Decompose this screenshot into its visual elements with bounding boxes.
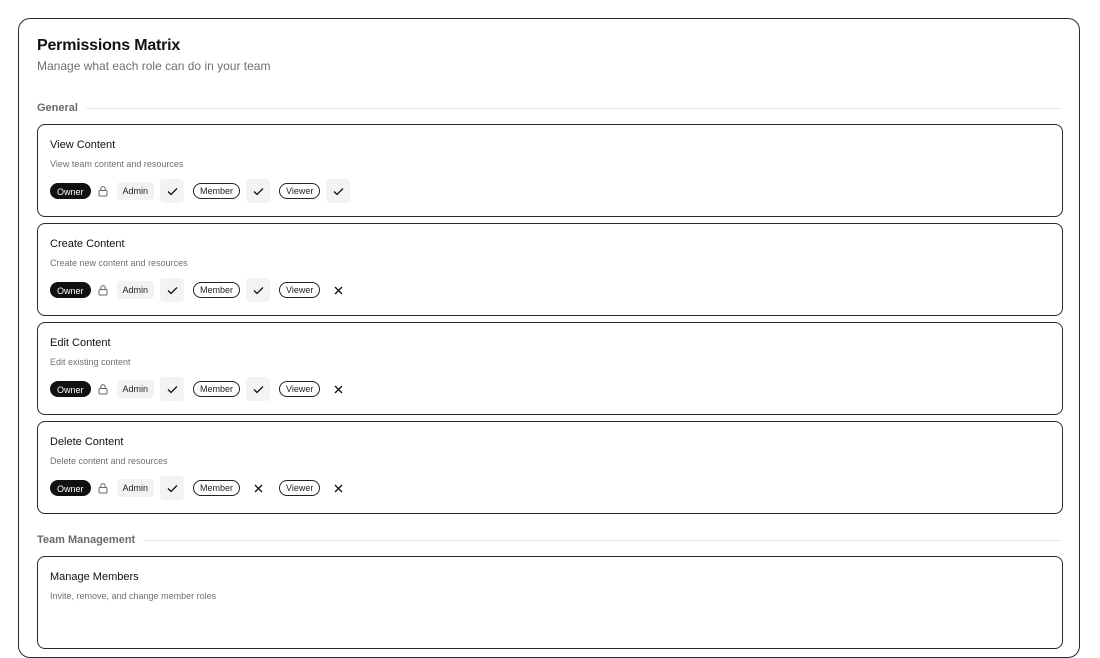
role-toggles: Owner Admin Member Viewer: [50, 476, 1050, 500]
page-subtitle: Manage what each role can do in your tea…: [37, 59, 271, 73]
role-badge-member: Member: [193, 381, 241, 397]
permission-name: Manage Members: [50, 571, 139, 583]
check-icon: [167, 187, 177, 195]
role-badge-viewer: Viewer: [279, 381, 321, 397]
x-icon: [334, 385, 343, 393]
admin-permission-toggle[interactable]: [160, 377, 185, 401]
member-permission-toggle[interactable]: [246, 278, 271, 302]
permission-description: Edit existing content: [50, 357, 131, 367]
section-header-team-management: Team Management: [37, 531, 1061, 549]
page-title: Permissions Matrix: [37, 37, 181, 54]
check-icon: [167, 286, 177, 294]
admin-permission-toggle[interactable]: [160, 179, 185, 203]
permissions-panel: Permissions Matrix Manage what each role…: [18, 18, 1080, 658]
check-icon: [253, 385, 264, 393]
section-team-management-cards: Manage Members Invite, remove, and chang…: [37, 556, 1063, 649]
check-icon: [167, 385, 177, 393]
x-icon: [334, 286, 343, 294]
role-toggles: Owner Admin Member Viewer: [50, 377, 1050, 401]
x-icon: [254, 484, 263, 492]
permission-name: View Content: [50, 139, 116, 151]
check-icon: [253, 286, 264, 294]
viewer-permission-toggle[interactable]: [326, 278, 350, 302]
role-badge-member: Member: [193, 183, 241, 199]
permission-card-manage-members: Manage Members Invite, remove, and chang…: [37, 556, 1063, 649]
permission-description: Create new content and resources: [50, 258, 188, 268]
role-badge-owner: Owner: [50, 381, 91, 397]
role-badge-viewer: Viewer: [279, 480, 321, 496]
section-general-cards: View Content View team content and resou…: [37, 124, 1063, 514]
permission-description: View team content and resources: [50, 159, 184, 169]
viewer-permission-toggle[interactable]: [326, 179, 351, 203]
admin-permission-toggle[interactable]: [160, 476, 185, 500]
admin-permission-toggle[interactable]: [160, 278, 185, 302]
role-badge-owner: Owner: [50, 183, 91, 199]
member-permission-toggle[interactable]: [246, 179, 271, 203]
section-divider: [85, 107, 1061, 109]
check-icon: [253, 187, 264, 195]
permission-card-view-content: View Content View team content and resou…: [37, 124, 1063, 217]
role-badge-owner: Owner: [50, 282, 91, 298]
role-badge-viewer: Viewer: [279, 183, 321, 199]
lock-icon: [91, 179, 115, 203]
role-badge-admin: Admin: [116, 182, 155, 200]
role-badge-member: Member: [193, 282, 241, 298]
permission-description: Delete content and resources: [50, 456, 168, 466]
role-toggles: Owner Admin Member Viewer: [50, 278, 1050, 302]
section-divider: [143, 539, 1061, 541]
permission-description: Invite, remove, and change member roles: [50, 591, 217, 601]
permission-card-delete-content: Delete Content Delete content and resour…: [37, 421, 1063, 514]
role-badge-admin: Admin: [116, 281, 155, 299]
section-title: Team Management: [37, 534, 136, 546]
section-title: General: [37, 102, 78, 114]
check-icon: [333, 187, 344, 195]
check-icon: [167, 484, 177, 492]
role-badge-admin: Admin: [116, 479, 155, 497]
role-badge-admin: Admin: [116, 380, 155, 398]
x-icon: [334, 484, 343, 492]
permission-card-create-content: Create Content Create new content and re…: [37, 223, 1063, 316]
lock-icon: [91, 377, 115, 401]
viewer-permission-toggle[interactable]: [326, 377, 350, 401]
permission-name: Delete Content: [50, 436, 124, 448]
permission-name: Create Content: [50, 238, 125, 250]
permission-name: Edit Content: [50, 337, 111, 349]
member-permission-toggle[interactable]: [246, 377, 271, 401]
lock-icon: [91, 278, 115, 302]
viewer-permission-toggle[interactable]: [326, 476, 350, 500]
role-badge-owner: Owner: [50, 480, 91, 496]
permission-card-edit-content: Edit Content Edit existing content Owner…: [37, 322, 1063, 415]
lock-icon: [91, 476, 115, 500]
role-badge-member: Member: [193, 480, 241, 496]
role-toggles: Owner Admin Member Viewer: [50, 179, 1050, 203]
section-header-general: General: [37, 99, 1061, 117]
role-badge-viewer: Viewer: [279, 282, 321, 298]
member-permission-toggle[interactable]: [246, 476, 270, 500]
